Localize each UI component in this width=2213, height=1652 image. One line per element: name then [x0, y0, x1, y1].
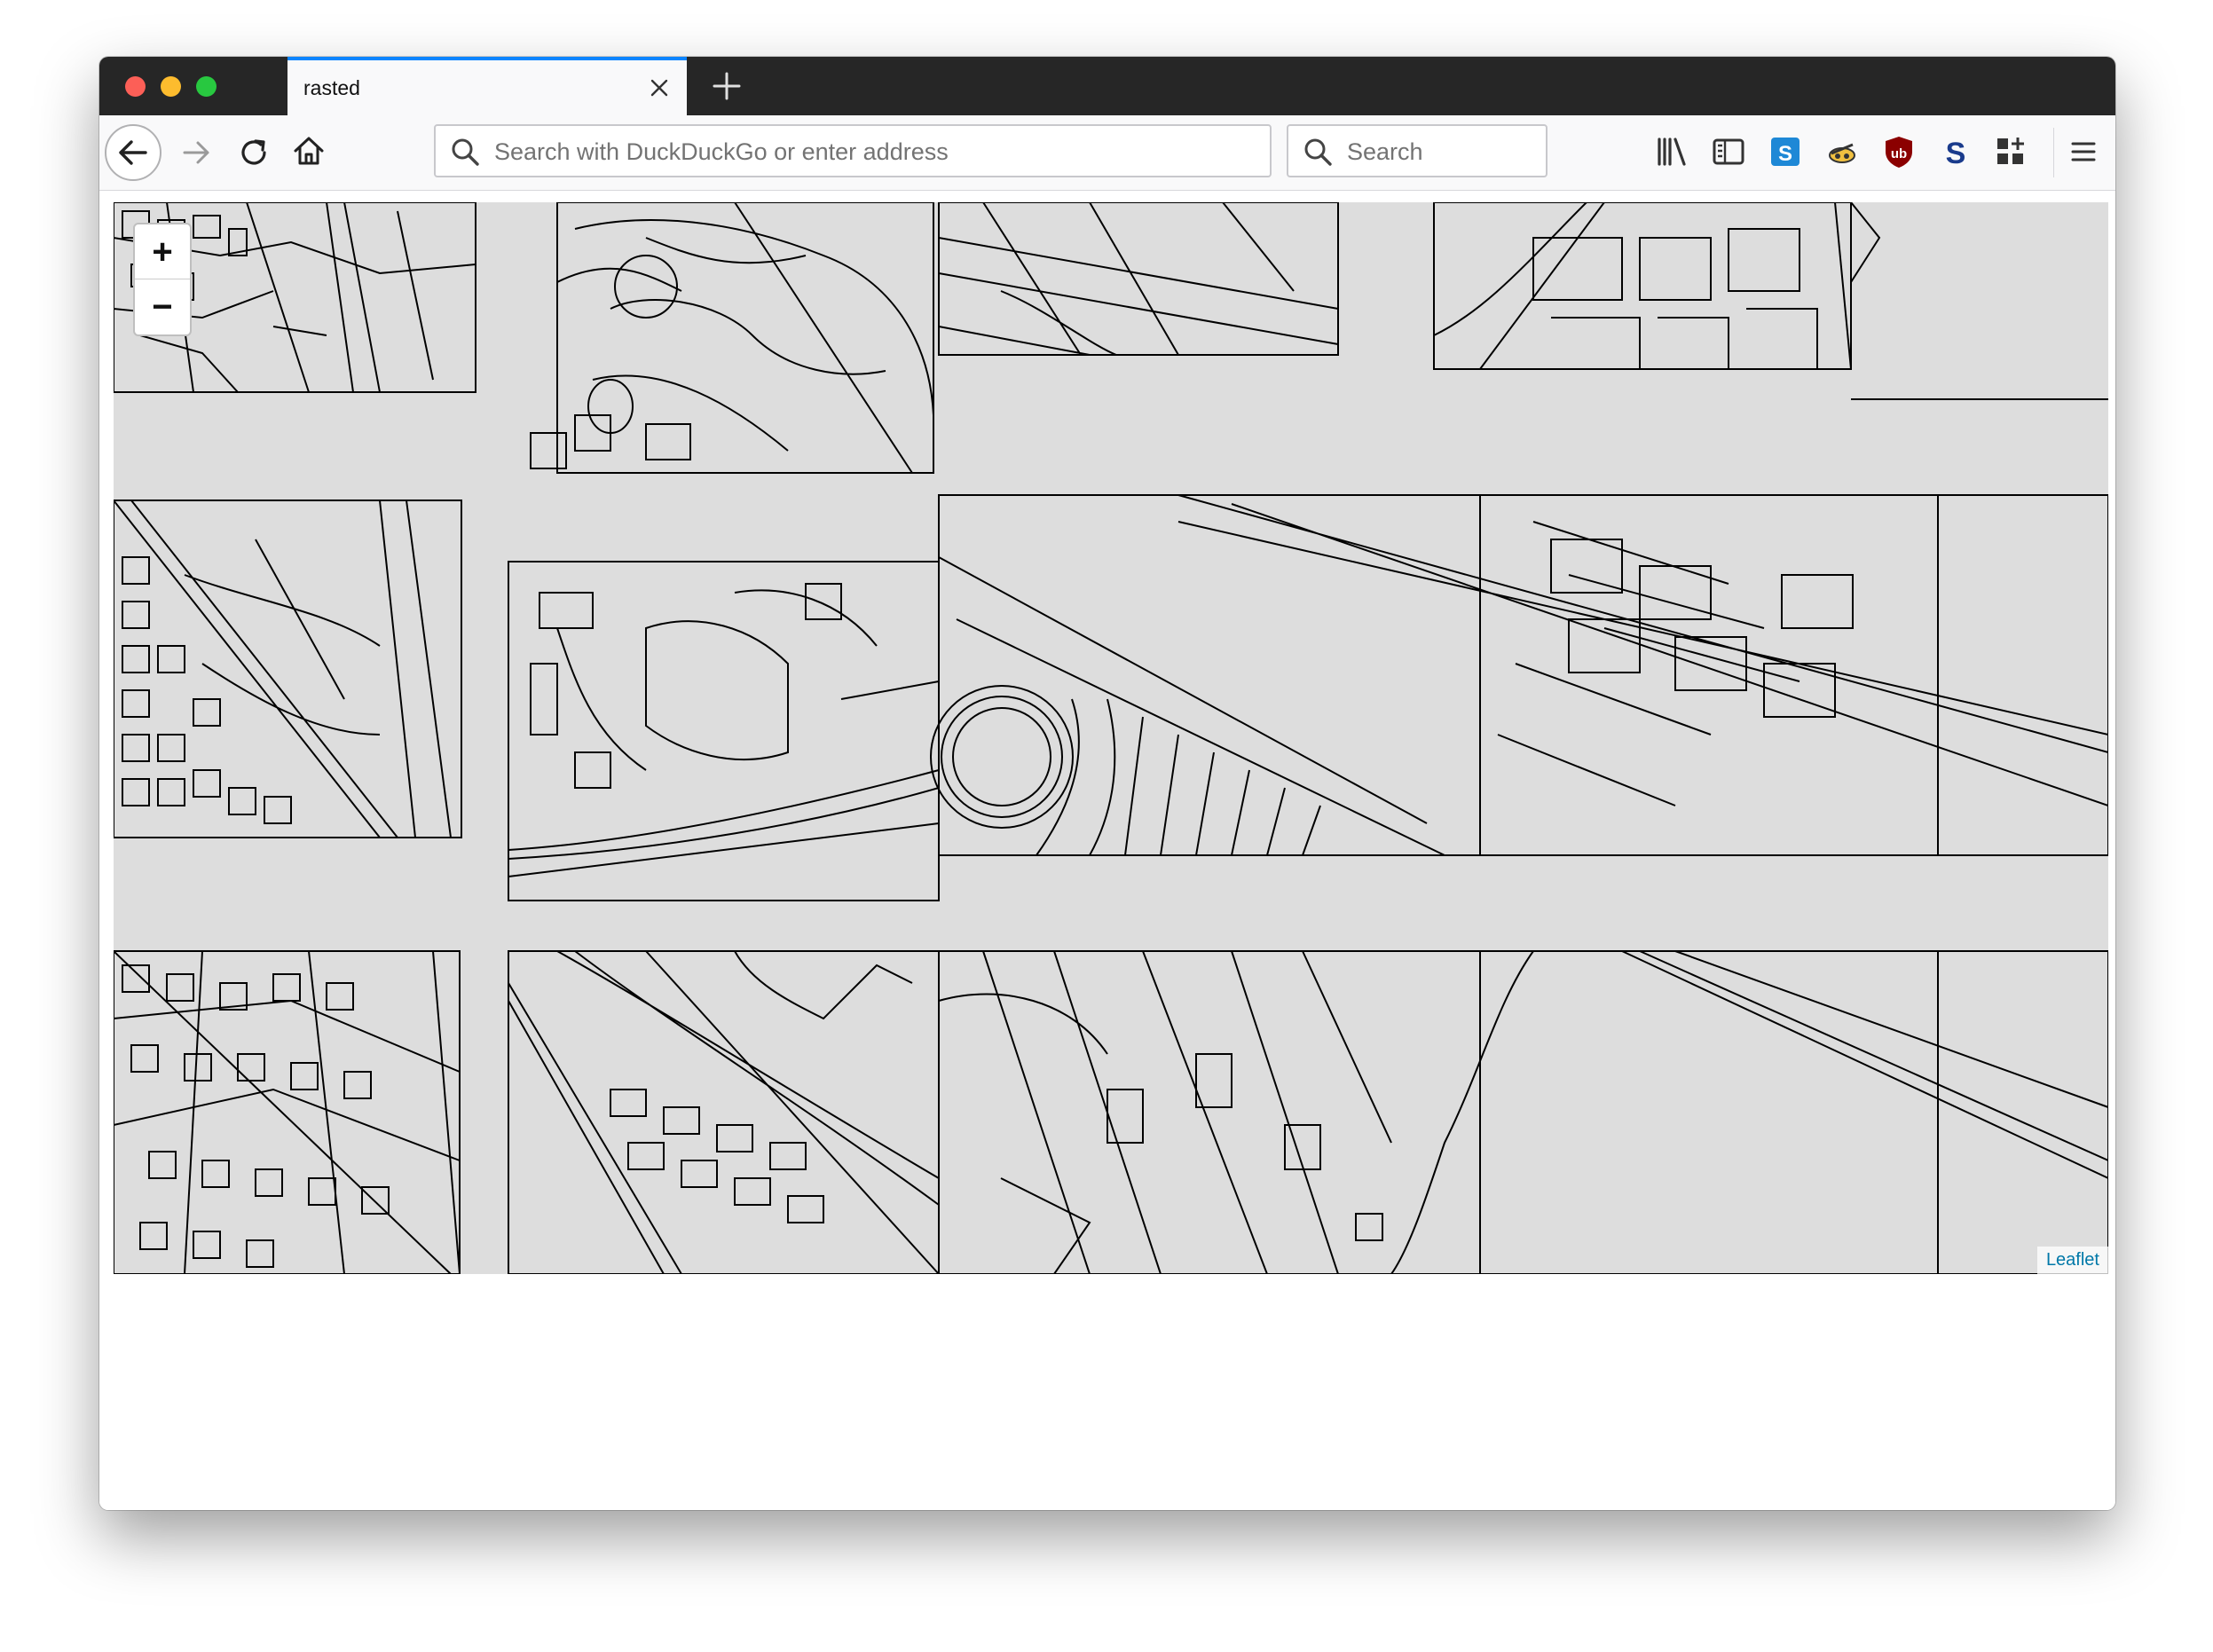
navigation-toolbar: S ub S — [99, 115, 2115, 191]
search-icon — [1304, 138, 1332, 166]
attribution-link[interactable]: Leaflet — [2036, 1247, 2108, 1274]
tab-title: rasted — [303, 76, 360, 99]
extension-grid-icon[interactable] — [1993, 134, 2028, 169]
window-minimize-button[interactable] — [161, 76, 181, 97]
sidebar-icon[interactable] — [1711, 134, 1746, 169]
hamburger-menu-icon[interactable] — [2066, 134, 2101, 169]
leaflet-map[interactable]: + − Leaflet — [114, 202, 2108, 1274]
map-tile — [508, 950, 940, 1274]
extension-s-blue-icon[interactable]: S — [1768, 134, 1803, 169]
svg-text:ub: ub — [1891, 146, 1907, 161]
page-content: + − Leaflet — [99, 191, 2115, 1510]
svg-text:S: S — [1778, 142, 1792, 166]
svg-text:S: S — [1946, 137, 1966, 169]
map-tile — [530, 202, 934, 474]
map-tile — [930, 494, 2108, 856]
search-bar[interactable] — [1287, 124, 1548, 177]
ublock-origin-icon[interactable]: ub — [1881, 134, 1917, 169]
library-icon[interactable] — [1654, 134, 1689, 169]
map-tiles — [114, 202, 2108, 1274]
zoom-out-button[interactable]: − — [135, 279, 190, 334]
forward-arrow-icon[interactable] — [177, 133, 217, 172]
map-tile — [938, 950, 2108, 1274]
tab-rasted[interactable]: rasted — [287, 57, 687, 115]
tab-bar: rasted — [99, 57, 2115, 115]
extension-s-dark-icon[interactable]: S — [1938, 134, 1973, 169]
map-tile — [1433, 202, 1852, 370]
url-input[interactable] — [492, 133, 1259, 170]
map-tile — [938, 202, 1339, 356]
extension-spy-icon[interactable] — [1824, 134, 1860, 169]
search-input[interactable] — [1345, 133, 1535, 170]
back-button[interactable] — [105, 124, 161, 181]
search-icon — [452, 138, 479, 166]
map-tile — [508, 561, 940, 901]
browser-window: rasted Search with DuckDuckGo or enter a… — [99, 57, 2115, 1510]
reload-icon[interactable] — [234, 133, 273, 172]
window-maximize-button[interactable] — [196, 76, 217, 97]
url-bar[interactable] — [434, 124, 1272, 177]
zoom-in-button[interactable]: + — [135, 224, 190, 279]
new-tab-icon[interactable] — [712, 71, 742, 101]
window-close-button[interactable] — [125, 76, 146, 97]
home-icon[interactable] — [289, 131, 328, 170]
map-tile — [114, 500, 462, 838]
map-tile — [114, 950, 461, 1274]
toolbar-separator — [2053, 128, 2054, 177]
back-arrow-icon — [119, 140, 147, 165]
tab-close-icon[interactable] — [650, 78, 669, 98]
zoom-control: + − — [133, 223, 192, 336]
